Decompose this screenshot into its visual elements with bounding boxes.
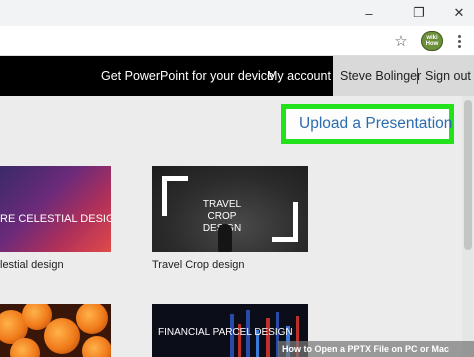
restore-icon[interactable]: ❐: [404, 0, 434, 26]
upload-presentation-label: Upload a Presentation: [299, 115, 453, 132]
browser-menu-icon[interactable]: [451, 31, 467, 51]
rose-image: [76, 304, 108, 334]
template-label-travel-crop[interactable]: Travel Crop design: [152, 259, 245, 271]
crop-corner-top-left: [162, 176, 188, 216]
bookmark-star-icon[interactable]: ☆: [391, 31, 411, 51]
sign-out-link[interactable]: Sign out: [425, 56, 471, 96]
upload-presentation-button[interactable]: Upload a Presentation: [281, 104, 454, 144]
rose-image: [82, 336, 111, 357]
minimize-icon[interactable]: –: [354, 0, 384, 26]
template-thumbnail-flowers[interactable]: [0, 304, 111, 357]
person-silhouette: [218, 224, 232, 252]
browser-title-bar: [0, 0, 474, 26]
scrollbar-thumb[interactable]: [464, 100, 472, 250]
template-thumbnail-travel-crop[interactable]: TRAVEL CROP DESIGN: [152, 166, 308, 252]
user-name[interactable]: Steve Bolinger: [340, 56, 421, 96]
rose-image: [10, 338, 40, 357]
wikihow-extension-icon[interactable]: wiki How: [421, 31, 443, 51]
template-label-celestial[interactable]: lestial design: [0, 259, 64, 271]
wikihow-caption: How to Open a PPTX File on PC or Mac: [278, 341, 474, 357]
close-icon[interactable]: ✕: [444, 0, 474, 26]
template-thumb-title: FINANCIAL PARCEL DESIGN: [158, 327, 293, 338]
template-thumb-title: RE CELESTIAL DESIGN: [0, 213, 111, 225]
crop-corner-bottom-right: [272, 202, 298, 242]
get-powerpoint-link[interactable]: Get PowerPoint for your device: [101, 56, 274, 96]
nav-divider: [417, 68, 418, 84]
my-account-link[interactable]: My account: [267, 56, 331, 96]
template-thumbnail-celestial[interactable]: RE CELESTIAL DESIGN: [0, 166, 111, 252]
rose-image: [44, 318, 80, 354]
